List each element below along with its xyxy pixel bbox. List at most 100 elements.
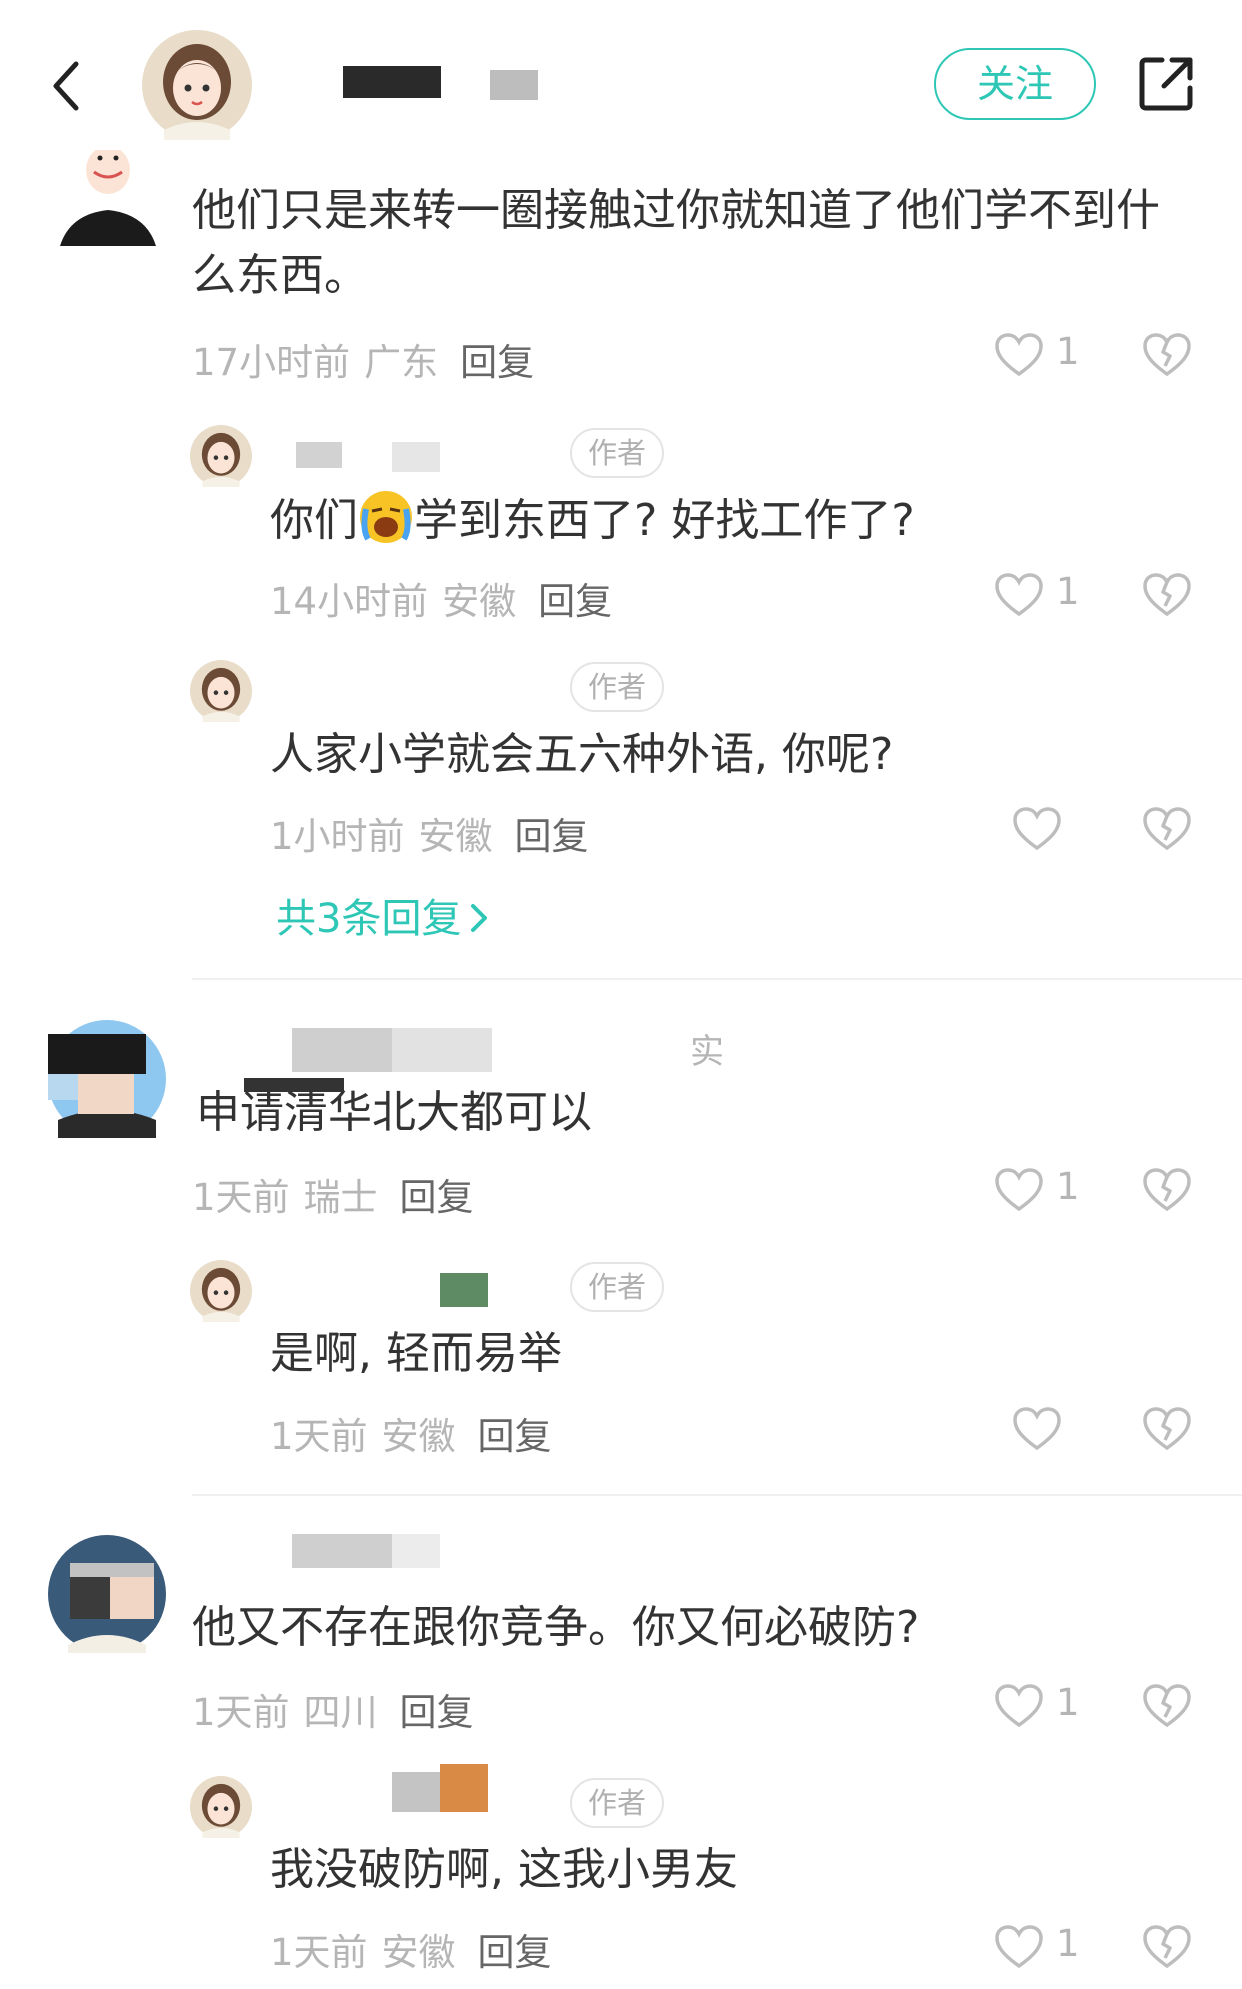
replier-avatar[interactable] [190, 660, 252, 722]
broken-heart-icon [1143, 1168, 1191, 1212]
heart-icon [995, 1684, 1043, 1728]
heart-icon [1013, 1407, 1061, 1451]
comment-meta: 17小时前 广东 回复 [192, 332, 534, 386]
chevron-right-icon [467, 900, 491, 936]
reply-button[interactable]: 回复 [400, 1176, 474, 1219]
reply-text: 是啊, 轻而易举 [270, 1328, 562, 1379]
username-redacted [296, 442, 342, 468]
reply-button[interactable]: 回复 [478, 1931, 552, 1974]
reply-location: 安徽 [381, 1931, 456, 1974]
divider [192, 1494, 1242, 1496]
like-button[interactable]: 1 [994, 1165, 1084, 1215]
like-count: 1 [1056, 1165, 1080, 1208]
dislike-button[interactable] [1142, 572, 1192, 618]
like-button[interactable]: 1 [994, 330, 1084, 380]
reply-time: 1小时前 [270, 815, 405, 858]
username-redacted [440, 1764, 488, 1812]
comment-location: 瑞士 [303, 1176, 378, 1219]
reply-button[interactable]: 回复 [478, 1415, 552, 1458]
username-redacted [440, 1273, 488, 1307]
reply-text: 人家小学就会五六种外语, 你呢? [270, 729, 894, 780]
reply-text-part: 你们 [270, 495, 358, 546]
dislike-button[interactable] [1142, 1683, 1192, 1729]
author-name-redacted [343, 66, 441, 98]
like-count: 1 [1056, 1922, 1080, 1965]
comment-text: 他又不存在跟你竞争。你又何必破防? [192, 1602, 920, 1653]
commenter-avatar[interactable] [48, 1020, 166, 1138]
like-button[interactable]: 1 [994, 570, 1084, 620]
reply-meta: 1天前 安徽 回复 [270, 1406, 552, 1460]
reply-text-part: 学到东西了? 好找工作了? [414, 495, 915, 546]
broken-heart-icon [1143, 807, 1191, 851]
author-badge: 作者 [570, 428, 665, 478]
comment-time: 1天前 [192, 1176, 290, 1219]
author-badge: 作者 [570, 1778, 665, 1828]
view-all-replies-label: 共3条回复 [276, 896, 462, 942]
comment-meta: 1天前 瑞士 回复 [192, 1167, 474, 1221]
reply-meta: 14小时前 安徽 回复 [270, 571, 612, 625]
author-name-redacted [490, 70, 538, 100]
like-button[interactable] [1012, 1406, 1062, 1452]
broken-heart-icon [1143, 1407, 1191, 1451]
commenter-avatar[interactable] [60, 150, 156, 246]
comment-location: 广东 [364, 341, 439, 384]
like-count: 1 [1056, 1681, 1080, 1724]
username-redacted [392, 1028, 492, 1072]
dislike-button[interactable] [1142, 1924, 1192, 1970]
like-button[interactable]: 1 [994, 1922, 1084, 1972]
like-count: 1 [1056, 330, 1080, 373]
username-redacted [392, 1534, 440, 1568]
back-button[interactable] [44, 56, 90, 116]
reply-location: 安徽 [381, 1415, 456, 1458]
reply-text: 我没破防啊, 这我小男友 [270, 1844, 738, 1895]
dislike-button[interactable] [1142, 332, 1192, 378]
reply-button[interactable]: 回复 [515, 815, 589, 858]
heart-icon [995, 1168, 1043, 1212]
comment-text: 他们只是来转一圈接触过你就知道了他们学不到什 [192, 185, 1160, 236]
replier-avatar[interactable] [190, 1776, 252, 1838]
author-badge: 作者 [570, 1262, 665, 1312]
reply-button[interactable]: 回复 [538, 580, 612, 623]
dislike-button[interactable] [1142, 806, 1192, 852]
username-redacted [292, 1534, 392, 1568]
crying-emoji-icon [358, 489, 414, 545]
author-avatar[interactable] [142, 30, 252, 140]
broken-heart-icon [1143, 1684, 1191, 1728]
reply-text: 你们 学到东西了? 好找工作了? [270, 489, 915, 549]
divider [192, 978, 1242, 980]
broken-heart-icon [1143, 573, 1191, 617]
dislike-button[interactable] [1142, 1406, 1192, 1452]
username-redacted [392, 1772, 440, 1812]
like-button[interactable]: 1 [994, 1681, 1084, 1731]
heart-icon [995, 1925, 1043, 1969]
comment-time: 17小时前 [192, 341, 351, 384]
follow-button[interactable]: 关注 [934, 48, 1096, 120]
username-fragment: 实 [690, 1032, 724, 1072]
reply-button[interactable]: 回复 [460, 341, 534, 384]
heart-icon [995, 573, 1043, 617]
heart-icon [995, 333, 1043, 377]
commenter-avatar[interactable] [48, 1535, 166, 1653]
reply-time: 1天前 [270, 1415, 368, 1458]
comment-location: 四川 [303, 1691, 378, 1734]
author-badge: 作者 [570, 662, 665, 712]
heart-icon [1013, 807, 1061, 851]
reply-meta: 1天前 安徽 回复 [270, 1922, 552, 1976]
comment-text: 申请清华北大都可以 [196, 1087, 592, 1138]
reply-meta: 1小时前 安徽 回复 [270, 806, 589, 860]
broken-heart-icon [1143, 1925, 1191, 1969]
like-button[interactable] [1012, 806, 1062, 852]
dislike-button[interactable] [1142, 1167, 1192, 1213]
comment-text: 么东西。 [192, 250, 368, 301]
share-button[interactable] [1136, 54, 1196, 114]
comment-time: 1天前 [192, 1691, 290, 1734]
chevron-left-icon [53, 61, 79, 111]
replier-avatar[interactable] [190, 425, 252, 487]
view-all-replies-link[interactable]: 共3条回复 [276, 886, 491, 944]
username-redacted [392, 442, 440, 472]
reply-location: 安徽 [442, 580, 517, 623]
replier-avatar[interactable] [190, 1260, 252, 1322]
reply-time: 1天前 [270, 1931, 368, 1974]
reply-button[interactable]: 回复 [400, 1691, 474, 1734]
comment-meta: 1天前 四川 回复 [192, 1682, 474, 1736]
